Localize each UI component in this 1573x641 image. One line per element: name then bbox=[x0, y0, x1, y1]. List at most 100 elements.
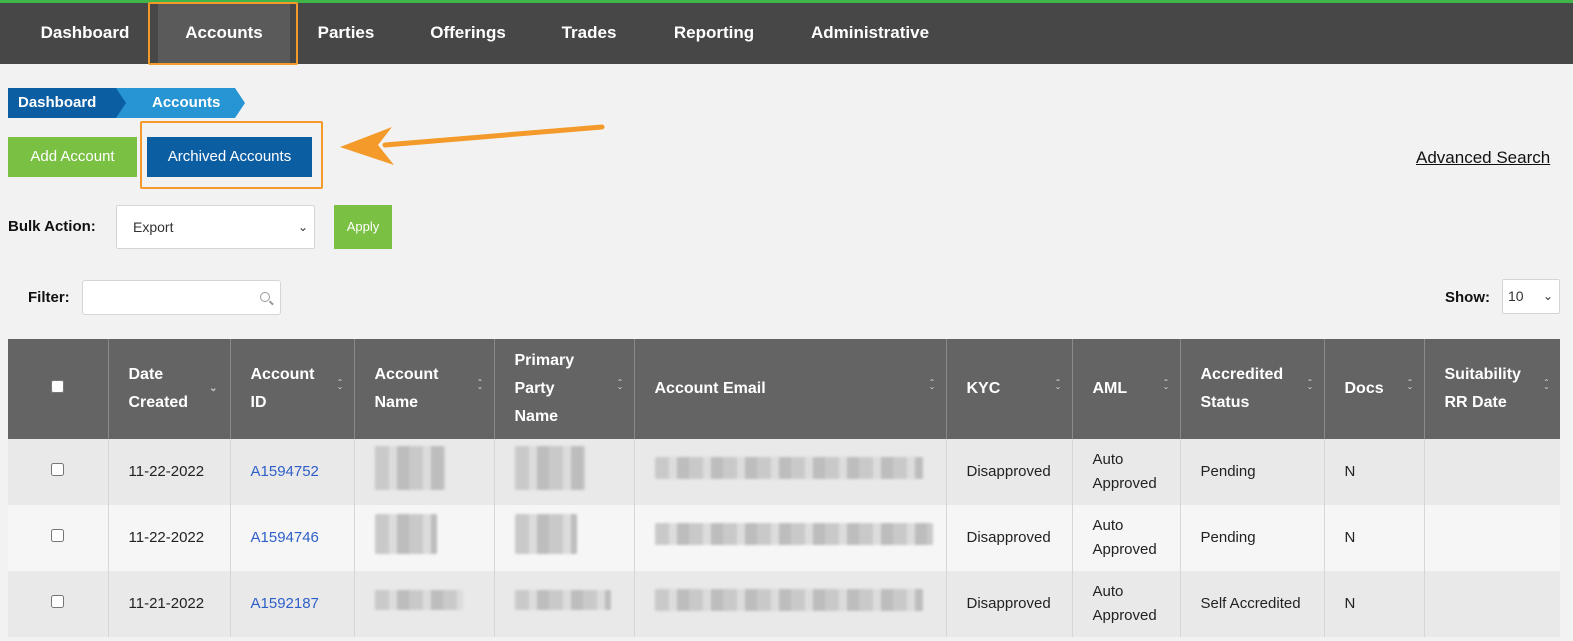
redacted-party bbox=[514, 590, 611, 610]
docs-cell: N bbox=[1324, 571, 1425, 637]
breadcrumb-accounts[interactable]: Accounts bbox=[112, 88, 245, 118]
redacted-name bbox=[374, 446, 445, 490]
column-label: Account Email bbox=[654, 380, 766, 397]
account-name-cell bbox=[354, 505, 495, 571]
primary-party-cell bbox=[494, 505, 635, 571]
redacted-party bbox=[514, 446, 585, 490]
sort-icon: ˆˇ bbox=[1544, 379, 1548, 398]
account-email-cell bbox=[634, 505, 947, 571]
suitability-cell bbox=[1424, 505, 1560, 571]
row-checkbox[interactable] bbox=[51, 463, 65, 476]
apply-button[interactable]: Apply bbox=[334, 205, 392, 249]
docs-cell: N bbox=[1324, 505, 1425, 571]
docs-cell: N bbox=[1324, 439, 1425, 505]
account-email-cell bbox=[634, 571, 947, 637]
nav-administrative[interactable]: Administrative bbox=[795, 3, 945, 64]
sort-icon: ˆˇ bbox=[1308, 379, 1312, 398]
account-id-cell: A1594752 bbox=[230, 439, 355, 505]
select-all-cell bbox=[8, 339, 109, 439]
nav-reporting[interactable]: Reporting bbox=[655, 3, 773, 64]
kyc-cell: Disapproved bbox=[946, 439, 1073, 505]
column-kyc[interactable]: KYC ˆ ˇ bbox=[946, 339, 1073, 439]
kyc-cell: Disapproved bbox=[946, 505, 1073, 571]
column-label: Docs bbox=[1344, 380, 1384, 397]
account-id-link[interactable]: A1592187 bbox=[251, 595, 319, 612]
table-header-row: Date Created ⌄ Account ID ˆ ˇ Account Name ˆ… bbox=[8, 339, 1560, 439]
suitability-cell bbox=[1424, 439, 1560, 505]
primary-party-cell bbox=[494, 571, 635, 637]
filter-field bbox=[82, 280, 281, 315]
show-label: Show: bbox=[1445, 289, 1490, 306]
row-checkbox[interactable] bbox=[51, 595, 65, 608]
kyc-cell: Disapproved bbox=[946, 571, 1073, 637]
row-checkbox[interactable] bbox=[51, 529, 65, 542]
account-id-link[interactable]: A1594746 bbox=[251, 529, 319, 546]
account-name-cell bbox=[354, 439, 495, 505]
column-suitability-rr-date[interactable]: Suitability RR Date ˆ ˇ bbox=[1424, 339, 1560, 439]
aml-status: Auto Approved bbox=[1092, 451, 1157, 492]
redacted-email bbox=[654, 457, 923, 479]
breadcrumb-dashboard[interactable]: Dashboard bbox=[8, 88, 126, 118]
add-account-button[interactable]: Add Account bbox=[8, 137, 137, 177]
column-label: Accredited Status bbox=[1200, 366, 1284, 411]
sort-icon: ˆˇ bbox=[1056, 379, 1060, 398]
nav-offerings[interactable]: Offerings bbox=[412, 3, 524, 64]
account-id-link[interactable]: A1594752 bbox=[251, 463, 319, 480]
sort-icon: ˆˇ bbox=[1408, 379, 1412, 398]
aml-cell: Auto Approved bbox=[1072, 505, 1181, 571]
nav-dashboard[interactable]: Dashboard bbox=[24, 3, 146, 64]
column-primary-party-name[interactable]: Primary Party Name ˆ ˇ bbox=[494, 339, 635, 439]
nav-parties[interactable]: Parties bbox=[300, 3, 392, 64]
date-created-cell: 11-21-2022 bbox=[108, 571, 231, 637]
column-account-email[interactable]: Account Email ˆ ˇ bbox=[634, 339, 947, 439]
column-aml[interactable]: AML ˆ ˇ bbox=[1072, 339, 1181, 439]
sort-icon: ˆˇ bbox=[618, 379, 622, 398]
show-entries-select[interactable]: 10 ⌄ bbox=[1502, 279, 1560, 314]
sort-icon: ˆˇ bbox=[1164, 379, 1168, 398]
suitability-cell bbox=[1424, 571, 1560, 637]
nav-trades[interactable]: Trades bbox=[545, 3, 633, 64]
redacted-party bbox=[514, 514, 577, 554]
aml-cell: Auto Approved bbox=[1072, 571, 1181, 637]
sort-icon: ˆˇ bbox=[338, 379, 342, 398]
select-all-checkbox[interactable] bbox=[51, 380, 65, 393]
column-label: Primary Party Name bbox=[514, 352, 575, 425]
top-navigation: Dashboard Accounts Parties Offerings Tra… bbox=[0, 0, 1573, 64]
column-label: AML bbox=[1092, 380, 1128, 397]
redacted-email bbox=[654, 589, 923, 611]
column-accredited-status[interactable]: Accredited Status ˆ ˇ bbox=[1180, 339, 1325, 439]
column-date-created[interactable]: Date Created ⌄ bbox=[108, 339, 231, 439]
redacted-email bbox=[654, 523, 933, 545]
chevron-down-icon: ⌄ bbox=[1542, 289, 1553, 303]
filter-input[interactable] bbox=[83, 281, 253, 314]
column-docs[interactable]: Docs ˆ ˇ bbox=[1324, 339, 1425, 439]
primary-party-cell bbox=[494, 439, 635, 505]
bulk-action-select[interactable]: Export ⌄ bbox=[116, 205, 315, 249]
redacted-name bbox=[374, 514, 437, 554]
column-label: KYC bbox=[966, 380, 1001, 397]
table-row: 11-22-2022 A1594752 Disapproved Auto App… bbox=[8, 439, 1560, 505]
column-label: Account Name bbox=[374, 366, 439, 411]
callout-arrow-icon bbox=[340, 124, 605, 165]
sort-desc-icon: ⌄ bbox=[209, 383, 218, 394]
accredited-cell: Self Accredited bbox=[1180, 571, 1325, 637]
column-account-id[interactable]: Account ID ˆ ˇ bbox=[230, 339, 355, 439]
redacted-name bbox=[374, 590, 463, 610]
archived-accounts-button[interactable]: Archived Accounts bbox=[147, 137, 312, 177]
filter-label: Filter: bbox=[28, 289, 70, 306]
column-label: Suitability RR Date bbox=[1444, 366, 1521, 411]
row-select-cell bbox=[8, 439, 109, 505]
column-account-name[interactable]: Account Name ˆ ˇ bbox=[354, 339, 495, 439]
advanced-search-link[interactable]: Advanced Search bbox=[1416, 148, 1550, 168]
account-id-cell: A1594746 bbox=[230, 505, 355, 571]
aml-cell: Auto Approved bbox=[1072, 439, 1181, 505]
nav-accounts[interactable]: Accounts bbox=[158, 3, 290, 64]
column-label: Date Created bbox=[128, 366, 189, 411]
bulk-action-value: Export bbox=[133, 219, 174, 235]
account-name-cell bbox=[354, 571, 495, 637]
sort-icon: ˆˇ bbox=[478, 379, 482, 398]
account-email-cell bbox=[634, 439, 947, 505]
date-created-cell: 11-22-2022 bbox=[108, 439, 231, 505]
row-select-cell bbox=[8, 571, 109, 637]
search-icon bbox=[260, 292, 270, 302]
